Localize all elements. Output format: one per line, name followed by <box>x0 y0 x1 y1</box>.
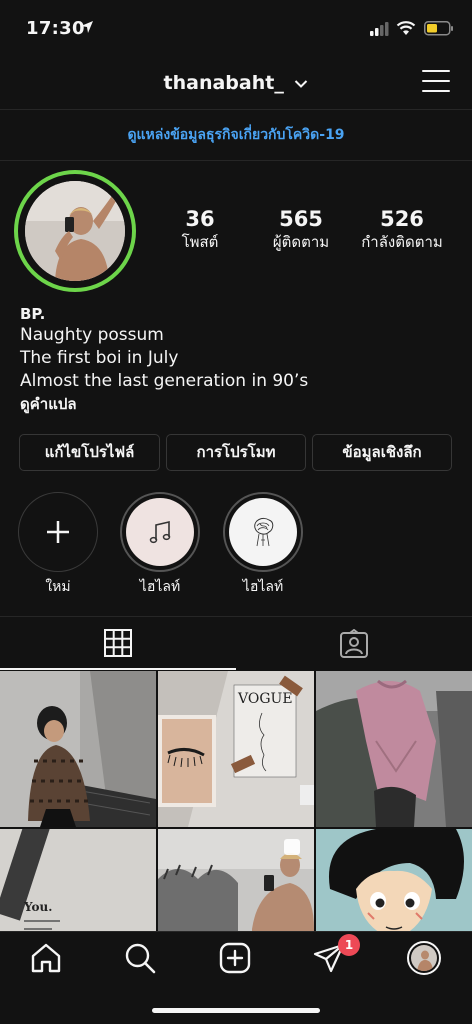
profile-name: BP. <box>20 305 46 323</box>
location-arrow-icon <box>81 21 93 33</box>
profile-avatar <box>25 181 125 281</box>
wifi-icon <box>396 21 416 35</box>
music-note-icon <box>149 520 171 544</box>
sketch-illustration <box>254 517 274 547</box>
grid-icon <box>104 628 132 657</box>
followers-count-value: 565 <box>279 207 323 231</box>
edit-profile-button[interactable]: แก้ไขโปรไฟล์ <box>19 434 160 471</box>
new-post-icon <box>219 942 251 974</box>
status-time: 17:30 <box>26 18 85 39</box>
post-thumbnail[interactable] <box>158 829 314 931</box>
home-icon <box>31 943 61 973</box>
bio-line: The first boi in July <box>20 348 179 368</box>
post-thumbnail[interactable]: You. <box>0 829 156 931</box>
status-bar: 17:30 <box>0 0 472 58</box>
posts-grid: VOGUE You. <box>0 671 472 931</box>
search-icon <box>125 943 156 974</box>
following-count-label: กำลังติดตาม <box>361 233 443 251</box>
nav-search[interactable] <box>118 936 162 980</box>
tagged-photos-icon <box>340 628 368 658</box>
bio-line: Almost the last generation in 90’s <box>20 371 309 391</box>
promotions-button[interactable]: การโปรโมท <box>166 434 306 471</box>
username: thanabaht_ <box>163 72 284 94</box>
post-thumbnail[interactable] <box>316 829 472 931</box>
highlight-circle <box>120 492 200 572</box>
see-translation-link[interactable]: ดูคำแปล <box>20 393 460 415</box>
highlight-sketch[interactable]: ไฮไลท์ <box>222 492 304 596</box>
covid-resources-link[interactable]: ดูแหล่งข้อมูลธุรกิจเกี่ยวกับโควิด-19 <box>0 111 472 161</box>
new-highlight[interactable]: ใหม่ <box>17 492 99 596</box>
book-text: You. <box>23 900 52 914</box>
posts-count-label: โพสต์ <box>181 233 219 251</box>
profile-header: thanabaht_ <box>0 58 472 110</box>
insights-button[interactable]: ข้อมูลเชิงลึก <box>312 434 452 471</box>
posts-count-value: 36 <box>185 207 215 231</box>
nav-home[interactable] <box>24 936 68 980</box>
tab-posts-grid[interactable] <box>0 617 236 670</box>
bio-line: Naughty possum <box>20 325 164 345</box>
profile-avatar-small <box>407 941 441 975</box>
new-highlight-circle <box>18 492 98 572</box>
nav-profile[interactable] <box>402 936 446 980</box>
battery-icon <box>424 21 453 36</box>
highlight-music[interactable]: ไฮไลท์ <box>119 492 201 596</box>
highlight-label: ไฮไลท์ <box>242 579 284 595</box>
post-thumbnail[interactable] <box>0 671 156 827</box>
plus-icon <box>47 521 69 543</box>
menu-icon[interactable] <box>422 70 450 96</box>
profile-avatar-story-ring[interactable] <box>14 170 136 292</box>
post-thumbnail[interactable]: VOGUE <box>158 671 314 827</box>
dm-notification-badge: 1 <box>338 934 360 956</box>
highlight-label: ไฮไลท์ <box>139 579 181 595</box>
following-count[interactable]: 526 กำลังติดตาม <box>352 206 452 252</box>
account-switcher[interactable]: thanabaht_ <box>0 72 472 94</box>
cellular-signal-icon <box>370 22 389 36</box>
following-count-value: 526 <box>380 207 424 231</box>
highlight-label: ใหม่ <box>45 579 71 595</box>
post-thumbnail[interactable] <box>316 671 472 827</box>
followers-count-label: ผู้ติดตาม <box>272 233 330 251</box>
profile-bio: BP. Naughty possum The first boi in July… <box>20 304 460 415</box>
chevron-down-icon <box>295 79 308 88</box>
posts-count[interactable]: 36 โพสต์ <box>160 206 240 252</box>
nav-new-post[interactable] <box>213 936 257 980</box>
followers-count[interactable]: 565 ผู้ติดตาม <box>256 206 346 252</box>
tab-tagged[interactable] <box>236 617 472 670</box>
profile-tabs <box>0 616 472 670</box>
home-indicator[interactable] <box>152 1008 320 1013</box>
vogue-text: VOGUE <box>237 691 293 707</box>
highlight-circle <box>223 492 303 572</box>
